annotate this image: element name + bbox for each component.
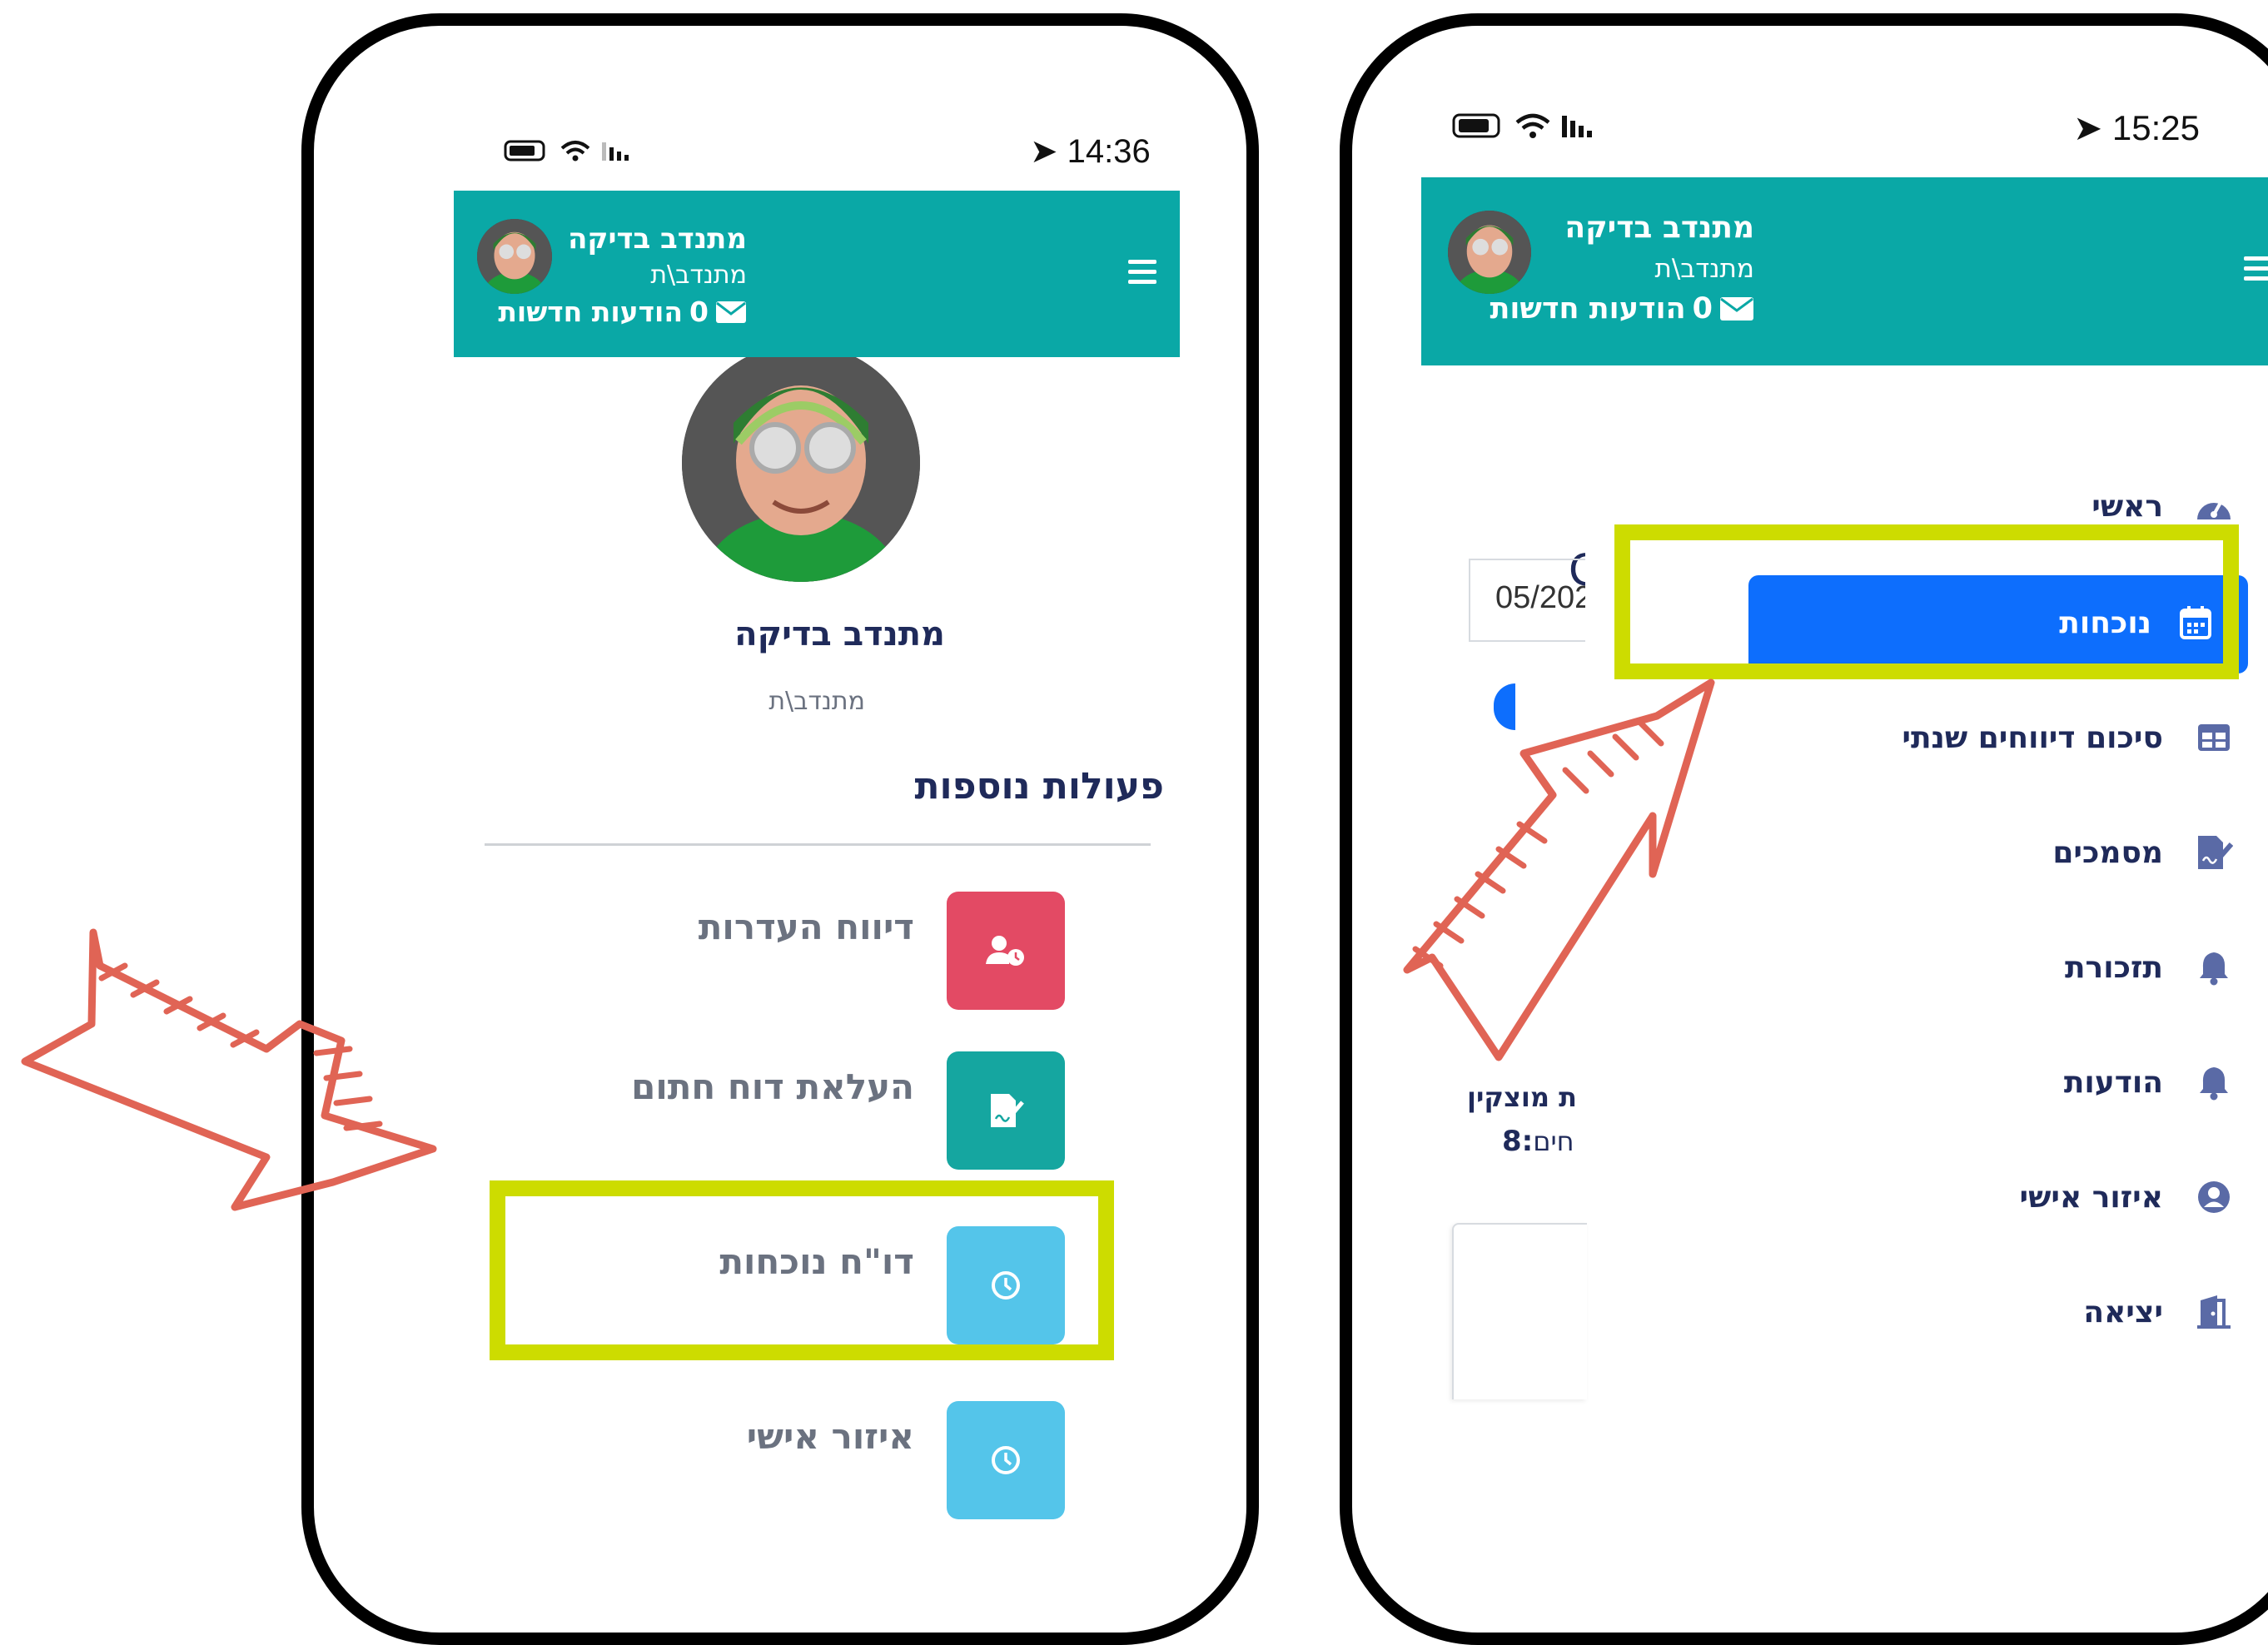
annotation-overlay <box>21 678 1715 1211</box>
annotation-arrow-left <box>21 928 437 1211</box>
annotation-arrow-right <box>1403 678 1715 1061</box>
